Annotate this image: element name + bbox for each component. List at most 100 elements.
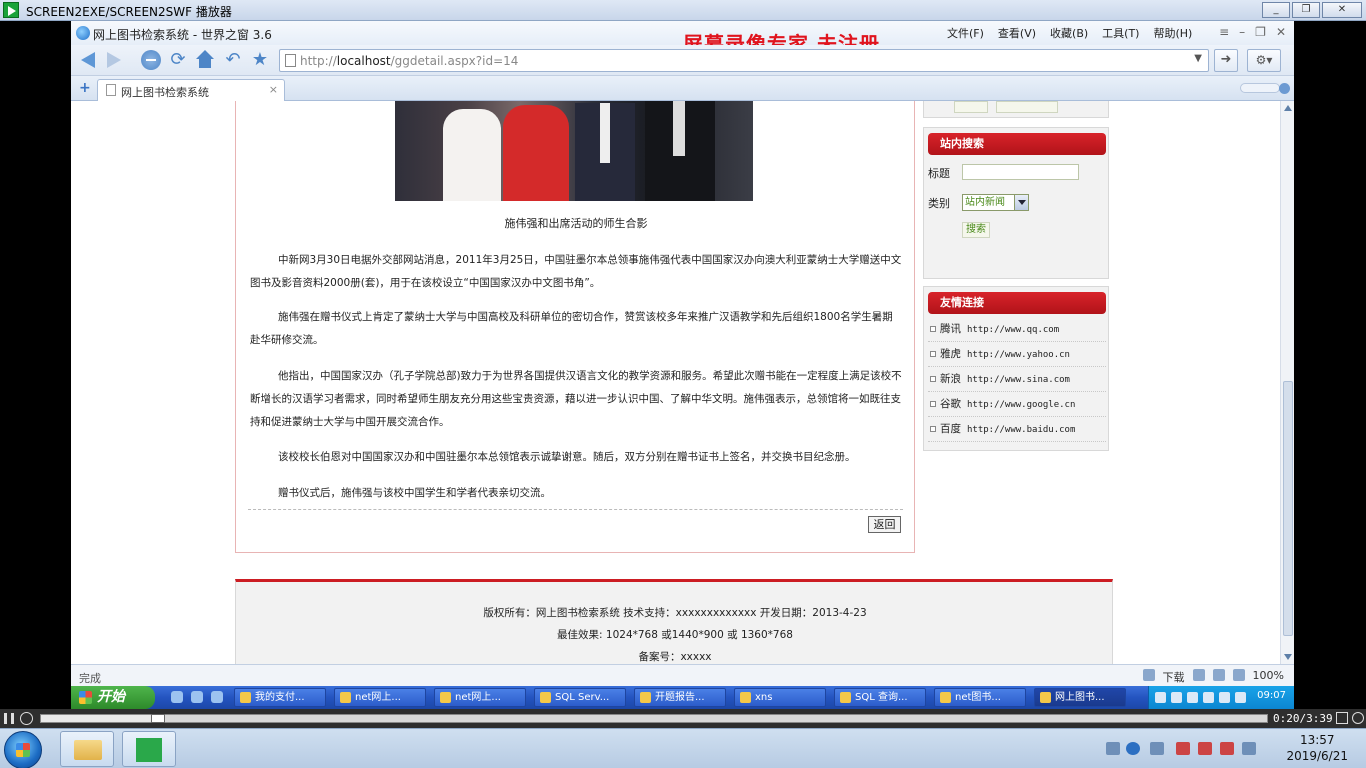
signal-icon[interactable] [1242,742,1256,755]
taskbar-item[interactable]: net图书... [934,688,1026,707]
taskbar-item[interactable]: xns [734,688,826,707]
category-label: 类别 [928,197,950,210]
friend-link[interactable]: 雅虎 http://www.yahoo.cn [928,342,1106,367]
menu-favorites[interactable]: 收藏(B) [1050,25,1088,41]
browser-logo-icon [76,26,90,40]
friend-link[interactable]: 谷歌 http://www.google.cn [928,392,1106,417]
tab-close-icon[interactable]: × [269,83,278,96]
undo-icon[interactable]: ↶ [223,50,243,70]
favorites-star-icon[interactable]: ★ [250,50,270,70]
friend-link[interactable]: 新浪 http://www.sina.com [928,367,1106,392]
bullet-icon [930,325,936,332]
quicklaunch-icon[interactable] [211,691,223,703]
link-name: 谷歌 [940,398,961,410]
refresh-icon[interactable]: ⟳ [168,50,188,70]
address-bar[interactable]: http://localhost/ggdetail.aspx?id=14 ▼ [279,49,1209,72]
category-select[interactable]: 站内新闻 [962,194,1029,211]
title-input[interactable] [962,164,1079,180]
back-icon[interactable] [79,50,99,70]
sound-icon[interactable] [1232,669,1245,681]
stub-button[interactable] [996,101,1058,113]
seek-bar[interactable] [40,714,1268,723]
stop-icon[interactable] [141,50,161,70]
scroll-thumb[interactable] [1283,381,1293,636]
menu-help[interactable]: 帮助(H) [1153,25,1192,41]
tab-library-system[interactable]: 网上图书检索系统 × [97,79,285,101]
friend-link[interactable]: 腾讯 http://www.qq.com [928,317,1106,342]
player-pinned-icon[interactable] [122,731,176,767]
tray-icon[interactable] [1155,692,1166,703]
browser-menu: 文件(F) 查看(V) 收藏(B) 工具(T) 帮助(H) [947,25,1192,41]
sound-muted-icon[interactable] [1198,742,1212,755]
stop-playback-icon[interactable] [20,712,33,725]
browser-statusbar: 完成 下载 100% [71,664,1294,686]
stub-button[interactable] [954,101,988,113]
maximize-button[interactable]: ❐ [1292,2,1320,18]
win7-clock[interactable]: 13:57 2019/6/21 [1286,732,1348,764]
tray-icon[interactable] [1187,692,1198,703]
pause-icon[interactable] [4,713,14,724]
info-icon[interactable] [1352,712,1364,724]
bullet-icon [930,400,936,407]
close-button[interactable]: ✕ [1322,2,1362,18]
address-dropdown-icon[interactable]: ▼ [1194,53,1202,64]
friend-link[interactable]: 百度 http://www.baidu.com [928,417,1106,442]
new-tab-icon[interactable]: + [79,81,91,95]
xp-start-button[interactable]: 开始 [71,686,155,709]
zoom-level[interactable]: 100% [1253,669,1284,685]
page-footer: 版权所有：网上图书检索系统 技术支持：xxxxxxxxxxxxx 开发日期：20… [235,579,1113,664]
keyboard-icon[interactable] [1106,742,1120,755]
taskbar-item[interactable]: 开题报告... [634,688,726,707]
help-icon[interactable] [1126,742,1140,755]
scroll-up-icon[interactable] [1284,105,1292,111]
taskbar-item[interactable]: net网上... [334,688,426,707]
link-name: 新浪 [940,373,961,385]
tray-icon[interactable] [1171,692,1182,703]
go-button[interactable]: ➜ [1214,49,1238,72]
browser-title: 网上图书检索系统 - 世界之窗 3.6 [93,28,272,42]
taskbar-item[interactable]: SQL 查询... [834,688,926,707]
fullscreen-icon[interactable] [1336,712,1348,724]
status-icon[interactable] [1192,669,1205,681]
tab-scroll-track[interactable] [1240,83,1280,93]
taskbar-item[interactable]: SQL Serv... [534,688,626,707]
quicklaunch-icon[interactable] [191,691,203,703]
back-button[interactable]: 返回 [868,516,901,533]
page-scrollbar[interactable] [1280,101,1294,664]
status-icon[interactable] [1142,669,1155,681]
address-url[interactable]: http://localhost/ggdetail.aspx?id=14 [300,54,518,68]
home-icon[interactable] [195,50,215,70]
tab-menu-icon[interactable] [1279,83,1290,94]
menu-view[interactable]: 查看(V) [998,25,1036,41]
tray-icon[interactable] [1176,742,1190,755]
minimize-button[interactable]: _ [1262,2,1290,18]
skin-icon[interactable]: ≡ [1219,25,1229,39]
tools-wrench-button[interactable]: ⚙▾ [1247,49,1281,72]
taskbar-item[interactable]: net网上... [434,688,526,707]
link-name: 百度 [940,423,961,435]
tray-arrow-icon[interactable] [1150,742,1164,755]
download-label[interactable]: 下载 [1163,669,1185,685]
tray-icon[interactable] [1219,692,1230,703]
tray-icon[interactable] [1235,692,1246,703]
search-button[interactable]: 搜索 [962,222,990,238]
explorer-pinned-icon[interactable] [60,731,114,767]
tray-icon[interactable] [1203,692,1214,703]
menu-file[interactable]: 文件(F) [947,25,984,41]
seek-progress [41,715,152,722]
sidebar-top-stub [923,101,1109,118]
taskbar-item[interactable]: 我的支付... [234,688,326,707]
browser-close-icon[interactable]: ✕ [1276,25,1286,39]
taskbar-item-active[interactable]: 网上图书... [1034,688,1126,707]
browser-minimize-icon[interactable]: – [1239,25,1245,39]
browser-restore-icon[interactable]: ❐ [1255,25,1266,39]
win7-start-orb[interactable] [4,731,42,768]
seek-handle[interactable] [151,714,166,723]
status-icon[interactable] [1212,669,1225,681]
scroll-down-icon[interactable] [1284,654,1292,660]
quicklaunch-icon[interactable] [171,691,183,703]
photo-figure-4 [645,101,715,201]
forward-icon[interactable] [103,50,123,70]
menu-tools[interactable]: 工具(T) [1102,25,1139,41]
network-icon[interactable] [1220,742,1234,755]
